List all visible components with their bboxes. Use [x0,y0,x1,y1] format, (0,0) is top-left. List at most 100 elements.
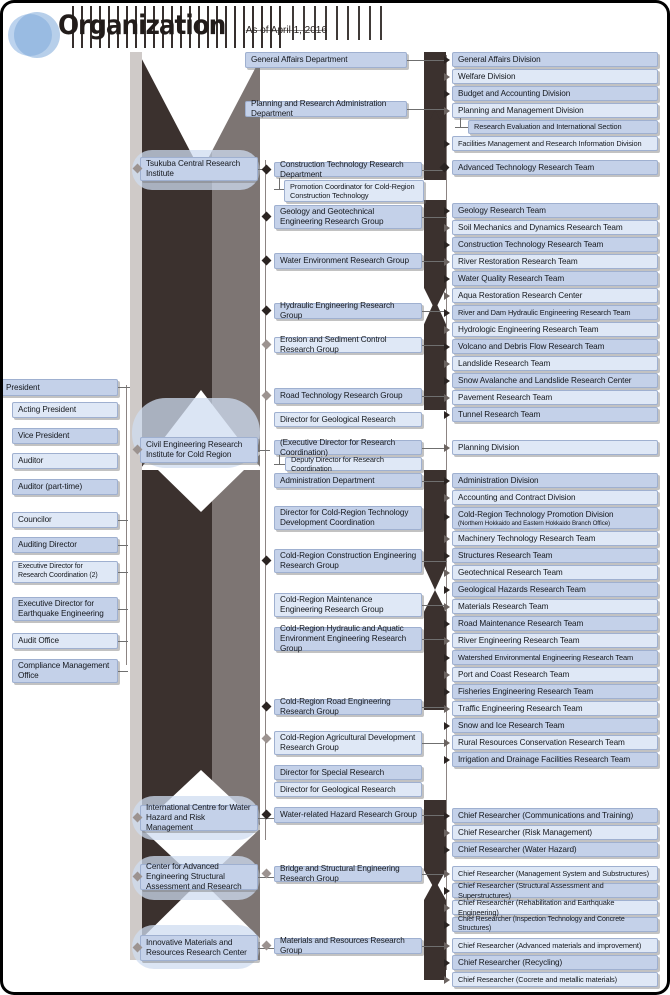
group-geology-geotechnical-engineering[interactable]: Geology and Geotechnical Engineering Res… [274,205,422,229]
group-cold-region-hydraulic-aquatic-environment[interactable]: Cold-Region Hydraulic and Aquatic Enviro… [274,624,422,653]
rail-marker-5-icon [444,140,450,148]
sidebar-item-president[interactable]: President [0,379,118,396]
team-landslide-research-team[interactable]: Landslide Research Team [452,356,658,371]
team-facilities-management-research-information-division[interactable]: Facilities Management and Research Infor… [452,136,658,151]
team-traffic-engineering-research-team[interactable]: Traffic Engineering Research Team [452,701,658,716]
team-water-quality-research-team[interactable]: Water Quality Research Team [452,271,658,286]
team-advanced-technology-research-team[interactable]: Advanced Technology Research Team [452,160,658,175]
rail-marker-39-icon [444,829,450,837]
department-planning-research-administration[interactable]: Planning and Research Administration Dep… [245,99,407,118]
team-cold-region-technology-promotion-division[interactable]: Cold-Region Technology Promotion Divisio… [452,507,658,529]
connector-dept-general-affairs [407,60,447,61]
department-general-affairs[interactable]: General Affairs Department [245,52,407,68]
rail-marker-34-icon [444,705,450,713]
group-promotion-coordinator-cold-region[interactable]: Promotion Coordinator for Cold-Region Co… [284,180,424,202]
team-fisheries-engineering-research-team[interactable]: Fisheries Engineering Research Team [452,684,658,699]
deputy-director-research-coordination[interactable]: Deputy Director for Research Coordinatio… [285,455,422,473]
team-geology-research-team[interactable]: Geology Research Team [452,203,658,218]
sidebar-item-compliance-management-office[interactable]: Compliance Management Office [12,659,118,683]
team-rural-resources-conservation-research-team[interactable]: Rural Resources Conservation Research Te… [452,735,658,750]
group-bridge-structural-engineering[interactable]: Bridge and Structural Engineering Resear… [274,864,422,883]
team-welfare-division[interactable]: Welfare Division [452,69,658,84]
sidebar-item-acting-president[interactable]: Acting President [12,402,118,418]
team-accounting-contract-division[interactable]: Accounting and Contract Division [452,490,658,505]
team-geotechnical-research-team[interactable]: Geotechnical Research Team [452,565,658,580]
institute-civil-engineering-research-institute-cold-region[interactable]: Civil Engineering Research Institute for… [140,437,258,463]
group-cold-region-agricultural-development[interactable]: Cold-Region Agricultural Development Res… [274,731,422,755]
team-machinery-technology-research-team[interactable]: Machinery Technology Research Team [452,531,658,546]
node-marker-road-technology [261,390,272,401]
institute-international-centre-water-hazard[interactable]: International Centre for Water Hazard an… [140,803,258,832]
sidebar-item-executive-director-earthquake-engineering[interactable]: Executive Director for Earthquake Engine… [12,597,118,621]
sidebar-item-councilor[interactable]: Councilor [12,512,118,528]
team-chief-researcher-structural-assessment-superstructures[interactable]: Chief Researcher (Structural Assessment … [452,881,658,900]
executive-director-research-coordination-note[interactable]: (Executive Director for Research Coordin… [274,438,422,457]
team-chief-researcher-recycling[interactable]: Chief Researcher (Recycling) [452,955,658,970]
rail-marker-43-icon [444,904,450,912]
group-cold-region-construction-engineering[interactable]: Cold-Region Construction Engineering Res… [274,549,422,573]
team-materials-research-team[interactable]: Materials Research Team [452,599,658,614]
group-water-related-hazard[interactable]: Water-related Hazard Research Group [274,807,422,823]
group-erosion-sediment-control[interactable]: Erosion and Sediment Control Research Gr… [274,335,422,354]
rail-marker-35-icon [444,722,450,730]
team-chief-researcher-management-system-substructures[interactable]: Chief Researcher (Management System and … [452,866,658,881]
team-hydrologic-engineering-research-team[interactable]: Hydrologic Engineering Research Team [452,322,658,337]
team-research-evaluation-international-section[interactable]: Research Evaluation and International Se… [468,120,658,134]
group-materials-resources[interactable]: Materials and Resources Research Group [274,936,422,955]
sidebar-item-auditor-part-time[interactable]: Auditor (part-time) [12,479,118,495]
sidebar-item-vice-president[interactable]: Vice President [12,428,118,444]
team-chief-researcher-water-hazard[interactable]: Chief Researcher (Water Hazard) [452,842,658,857]
team-chief-researcher-inspection-technology-concrete-structures[interactable]: Chief Researcher (Inspection Technology … [452,916,658,932]
director-geological-research-bottom[interactable]: Director for Geological Research [274,782,422,797]
group-hydraulic-engineering[interactable]: Hydraulic Engineering Research Group [274,301,422,320]
team-irrigation-drainage-facilities-research-team[interactable]: Irrigation and Drainage Facilities Resea… [452,752,658,767]
team-chief-researcher-communications-training[interactable]: Chief Researcher (Communications and Tra… [452,808,658,823]
team-construction-technology-research-team[interactable]: Construction Technology Research Team [452,237,658,252]
institute-innovative-materials-resources-research-center[interactable]: Innovative Materials and Resources Resea… [140,935,258,961]
team-snow-ice-research-team[interactable]: Snow and Ice Research Team [452,718,658,733]
sidebar-item-auditor[interactable]: Auditor [12,453,118,469]
team-aqua-restoration-research-center[interactable]: Aqua Restoration Research Center [452,288,658,303]
team-structures-research-team[interactable]: Structures Research Team [452,548,658,563]
rail-marker-47-icon [444,976,450,984]
director-cold-region-technology-development[interactable]: Director for Cold-Region Technology Deve… [274,506,422,530]
sidebar-item-auditing-director[interactable]: Auditing Director [12,537,118,553]
team-planning-division[interactable]: Planning Division [452,440,658,455]
team-river-restoration-research-team[interactable]: River Restoration Research Team [452,254,658,269]
team-planning-management-division[interactable]: Planning and Management Division [452,103,658,118]
team-soil-mechanics-dynamics-research-team[interactable]: Soil Mechanics and Dynamics Research Tea… [452,220,658,235]
sidebar-item-audit-office[interactable]: Audit Office [12,633,118,649]
rail-marker-17-icon [444,377,450,385]
team-budget-accounting-division[interactable]: Budget and Accounting Division [452,86,658,101]
team-watershed-environmental-engineering-research-team[interactable]: Watershed Environmental Engineering Rese… [452,650,658,665]
institute-tsukuba-central-research-institute[interactable]: Tsukuba Central Research Institute [140,157,258,181]
team-road-maintenance-research-team[interactable]: Road Maintenance Research Team [452,616,658,631]
team-chief-researcher-advanced-materials-improvement[interactable]: Chief Researcher (Advanced materials and… [452,938,658,953]
rail-marker-42-icon [444,887,450,895]
team-tunnel-research-team[interactable]: Tunnel Research Team [452,407,658,422]
team-geological-hazards-research-team[interactable]: Geological Hazards Research Team [452,582,658,597]
group-road-technology[interactable]: Road Technology Research Group [274,388,422,404]
team-administration-division[interactable]: Administration Division [452,473,658,488]
team-chief-researcher-risk-management[interactable]: Chief Researcher (Risk Management) [452,825,658,840]
sidebar-item-executive-director-research-coordination[interactable]: Executive Director for Research Coordina… [12,561,118,583]
team-port-coast-research-team[interactable]: Port and Coast Research Team [452,667,658,682]
team-snow-avalanche-landslide-research-center[interactable]: Snow Avalanche and Landslide Research Ce… [452,373,658,388]
group-water-environment[interactable]: Water Environment Research Group [274,253,422,269]
group-cold-region-road-engineering[interactable]: Cold-Region Road Engineering Research Gr… [274,697,422,716]
team-general-affairs-division[interactable]: General Affairs Division [452,52,658,67]
team-river-dam-hydraulic-engineering-research-team[interactable]: River and Dam Hydraulic Engineering Rese… [452,305,658,320]
team-river-engineering-research-team[interactable]: River Engineering Research Team [452,633,658,648]
director-geological-research-top[interactable]: Director for Geological Research [274,412,422,427]
team-pavement-research-team[interactable]: Pavement Research Team [452,390,658,405]
team-chief-researcher-concrete-metallic-materials[interactable]: Chief Researcher (Cocrete and metallic m… [452,972,658,987]
department-administration[interactable]: Administration Department [274,473,422,488]
subitem-tee-research-evaluation [460,118,461,127]
team-chief-researcher-rehabilitation-earthquake-engineering[interactable]: Chief Researcher (Rehabilitation and Ear… [452,898,658,917]
group-construction-technology-research-department[interactable]: Construction Technology Research Departm… [274,160,422,179]
group-cold-region-maintenance-engineering[interactable]: Cold-Region Maintenance Engineering Rese… [274,593,422,617]
team-volcano-debris-flow-research-team[interactable]: Volcano and Debris Flow Research Team [452,339,658,354]
director-special-research[interactable]: Director for Special Research [274,765,422,780]
institute-center-advanced-engineering-structural-assessment[interactable]: Center for Advanced Engineering Structur… [140,862,258,891]
rail-marker-46-icon [444,959,450,967]
